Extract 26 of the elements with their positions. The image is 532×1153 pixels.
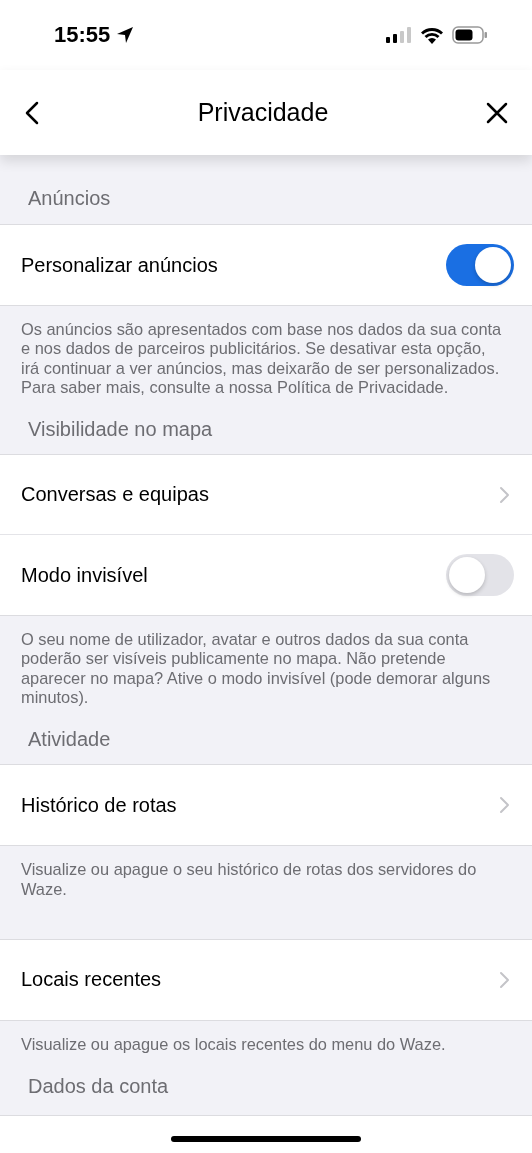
section-header: Dados da conta bbox=[28, 1075, 169, 1098]
toggle-switch[interactable] bbox=[446, 554, 514, 597]
settings-row[interactable]: Conversas e equipas bbox=[0, 455, 532, 536]
settings-row[interactable]: Locais recentes bbox=[0, 939, 532, 1020]
location-arrow-icon bbox=[116, 26, 135, 44]
signal-icon bbox=[386, 27, 412, 43]
toggle-switch[interactable] bbox=[446, 244, 514, 286]
battery-icon bbox=[452, 26, 488, 44]
footnote-text: Visualize ou apague o seu histórico de rotas dos servidores do Waze. bbox=[20, 859, 478, 900]
screen-title: Privacidade bbox=[197, 98, 329, 127]
footnote-text: Os anúncios são apresentados com base nos dados da sua conta e nos dados de parceiros publicitários. Se desativar esta opção, irá continuar a ver anúncios, mas deixarão de ser personalizados. Para saber mais, consulte a nossa Política de Privacidade. bbox=[20, 319, 503, 398]
section-header: Atividade bbox=[28, 728, 111, 751]
chevron-icon bbox=[499, 796, 510, 815]
back-icon[interactable] bbox=[24, 100, 40, 125]
settings-row[interactable]: Histórico de rotas bbox=[0, 765, 532, 846]
section-header: Visibilidade no mapa bbox=[28, 418, 213, 441]
footnote-text: Visualize ou apague os locais recentes do menu do Waze. bbox=[20, 1033, 447, 1055]
chevron-icon bbox=[499, 970, 510, 989]
settings-row[interactable]: Personalizar anúncios bbox=[0, 225, 532, 305]
status-time: 15:55 bbox=[54, 22, 111, 48]
footnote-text: O seu nome de utilizador, avatar e outros dados da sua conta poderão ser visíveis publicamente no mapa. Não pretende aparecer no mapa? Ative o modo invisível (pode demorar alguns minutos). bbox=[20, 629, 492, 709]
close-icon[interactable] bbox=[486, 101, 508, 124]
settings-row[interactable]: Modo invisível bbox=[0, 535, 532, 616]
section-header: Anúncios bbox=[28, 187, 111, 209]
chevron-icon bbox=[499, 485, 510, 504]
wifi-icon bbox=[420, 26, 444, 44]
